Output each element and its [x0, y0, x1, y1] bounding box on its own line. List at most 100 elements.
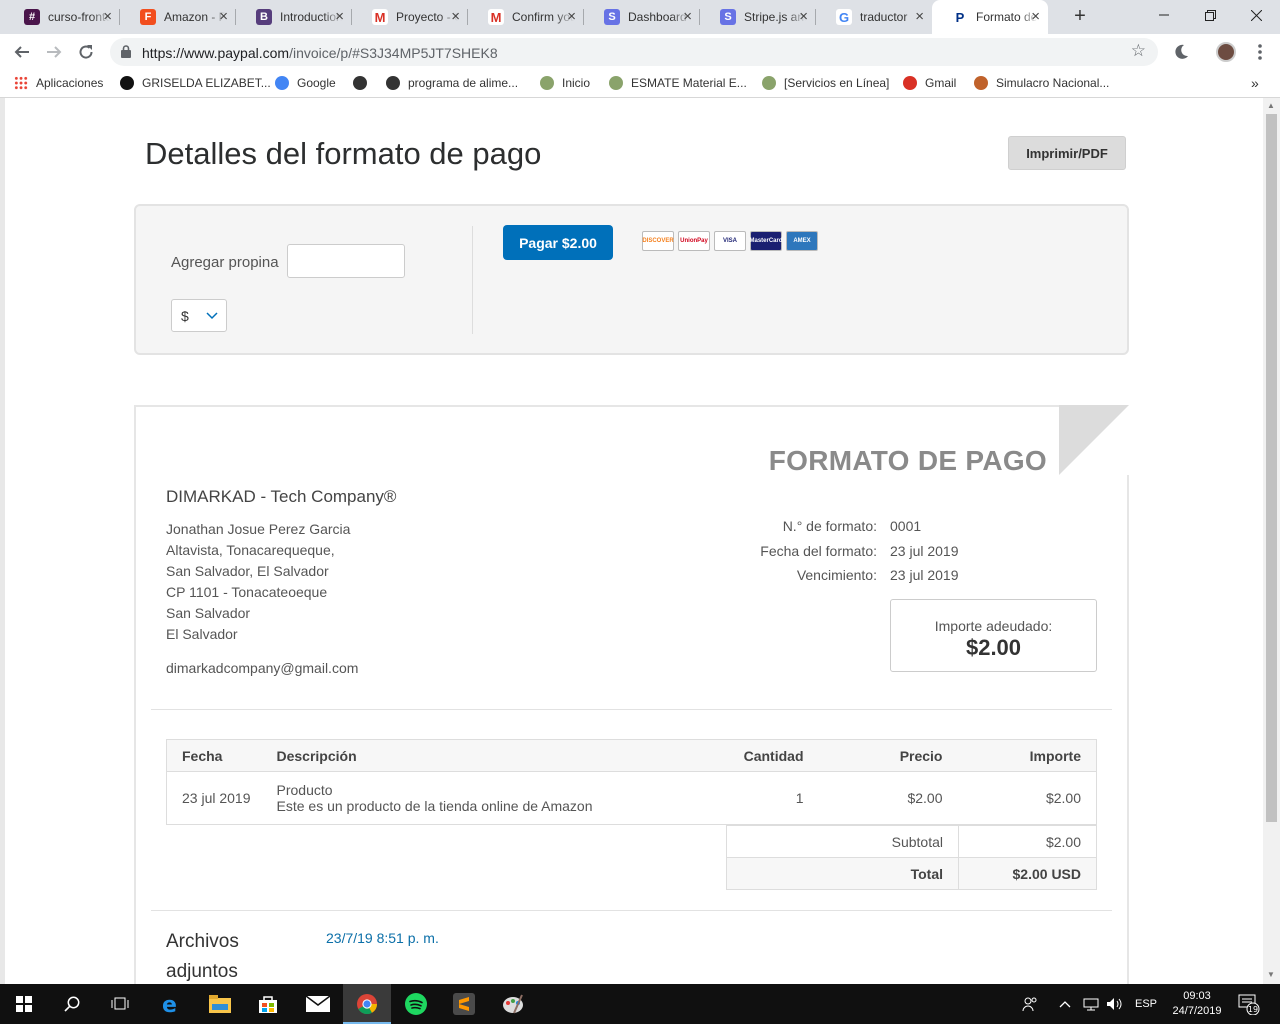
taskbar-app-store[interactable]	[244, 984, 292, 1024]
bookmark-item[interactable]	[353, 76, 375, 90]
scroll-down-icon[interactable]: ▼	[1267, 970, 1275, 979]
clock-date: 24/7/2019	[1172, 1005, 1222, 1017]
bookmark-star-icon[interactable]: ☆	[1131, 41, 1146, 61]
close-icon	[1250, 9, 1262, 21]
bookmark-item[interactable]: Gmail	[903, 76, 956, 90]
reload-button[interactable]	[75, 41, 97, 63]
chevron-down-icon	[206, 312, 218, 320]
bookmark-item[interactable]: [Servicios en Línea]	[762, 76, 889, 90]
scroll-up-icon[interactable]: ▲	[1267, 101, 1275, 110]
item-amount: $2.00	[942, 771, 1097, 825]
people-button[interactable]	[1022, 984, 1038, 1024]
start-button[interactable]	[0, 984, 48, 1024]
action-center-button[interactable]: 19	[1238, 984, 1260, 1024]
print-pdf-button[interactable]: Imprimir/PDF	[1008, 136, 1126, 170]
browser-tab[interactable]: F Amazon - Figma×	[120, 0, 236, 34]
network-button[interactable]	[1083, 984, 1099, 1024]
tab-favicon-icon: B	[256, 9, 272, 25]
tip-input[interactable]	[287, 244, 405, 278]
tab-favicon-icon: G	[836, 9, 852, 25]
notification-count: 19	[1248, 1005, 1258, 1014]
bookmark-label: ESMATE Material E...	[631, 76, 747, 90]
system-clock[interactable]: 09:03 24/7/2019	[1168, 989, 1226, 1019]
accepted-cards: DISCOVER UnionPay VISA MasterCard AMEX	[642, 231, 818, 251]
section-divider	[151, 709, 1112, 710]
browser-tab[interactable]: S Stripe.js and Elements×	[700, 0, 816, 34]
close-window-button[interactable]	[1233, 0, 1279, 30]
browser-tab[interactable]: Gtraductor ×	[816, 0, 932, 34]
card-logo-unionpay-icon: UnionPay	[678, 231, 710, 251]
page-scrollbar[interactable]: ▲ ▼	[1263, 98, 1280, 984]
bookmark-item[interactable]: GRISELDA ELIZABET...	[120, 76, 271, 90]
browser-tab[interactable]: M Confirm your account×	[468, 0, 584, 34]
tab-close-icon[interactable]: ×	[683, 9, 692, 24]
bookmark-item[interactable]: Google	[275, 76, 336, 90]
taskbar-app-edge[interactable]: e	[146, 984, 194, 1024]
mail-icon	[306, 996, 330, 1012]
taskbar-app-file-explorer[interactable]	[196, 984, 244, 1024]
bookmark-item[interactable]: Inicio	[540, 76, 590, 90]
business-name: DIMARKAD - Tech Company®	[166, 487, 397, 506]
attachment-date-link[interactable]: 23/7/19 8:51 p. m.	[326, 930, 439, 946]
browser-tab[interactable]: B Introduction · Bootstrap×	[236, 0, 352, 34]
address-bar[interactable]: https://www.paypal.com/invoice/p/#S3J34M…	[110, 38, 1158, 66]
taskbar-app-chrome[interactable]	[343, 984, 391, 1024]
volume-button[interactable]	[1106, 984, 1122, 1024]
currency-select[interactable]: $	[171, 299, 227, 332]
card-logo-discover-icon: DISCOVER	[642, 231, 674, 251]
store-icon	[259, 996, 277, 1013]
dark-mode-extension-button[interactable]	[1170, 41, 1192, 63]
browser-tab[interactable]: # curso-frontend×	[4, 0, 120, 34]
tab-close-icon[interactable]: ×	[799, 9, 808, 24]
bookmarks-bar: Aplicaciones GRISELDA ELIZABET... Google pr…	[0, 70, 1280, 98]
tab-favicon-icon: S	[604, 9, 620, 25]
new-tab-button[interactable]: +	[1068, 5, 1092, 28]
chrome-menu-button[interactable]	[1249, 41, 1271, 63]
search-icon	[64, 996, 80, 1012]
bookmark-label: programa de alime...	[408, 76, 519, 90]
column-header-descripcion: Descripción	[276, 739, 687, 772]
more-bookmarks-chevron-icon[interactable]: »	[1251, 75, 1259, 91]
task-view-button[interactable]	[96, 984, 144, 1024]
pay-button[interactable]: Pagar $2.00	[503, 225, 613, 260]
tab-close-icon[interactable]: ×	[1031, 9, 1040, 24]
moon-icon	[1175, 44, 1188, 59]
address-line: Jonathan Josue Perez Garcia	[166, 521, 351, 537]
taskbar-app-mail[interactable]	[294, 984, 342, 1024]
tab-close-icon[interactable]: ×	[335, 9, 344, 24]
restore-window-button[interactable]	[1187, 0, 1233, 30]
tab-close-icon[interactable]: ×	[103, 9, 112, 24]
bookmark-item[interactable]: ESMATE Material E...	[609, 76, 747, 90]
back-button[interactable]	[11, 41, 33, 63]
seal-icon	[609, 76, 623, 90]
scrollbar-thumb[interactable]	[1266, 114, 1277, 822]
input-language-indicator[interactable]: ESP	[1135, 984, 1157, 1024]
globe-icon	[353, 76, 367, 90]
taskbar-app-paint[interactable]	[489, 984, 537, 1024]
browser-tab[interactable]: S Dashboard ×	[584, 0, 700, 34]
tab-close-icon[interactable]: ×	[219, 9, 228, 24]
bookmark-item[interactable]: Aplicaciones	[14, 76, 103, 90]
minimize-window-button[interactable]	[1141, 0, 1187, 30]
taskbar-search-button[interactable]	[48, 984, 96, 1024]
seal-icon	[540, 76, 554, 90]
browser-tab[interactable]: M Proyecto - Gmail×	[352, 0, 468, 34]
taskbar-app-sublime-text[interactable]	[440, 984, 488, 1024]
card-logo-amex-icon: AMEX	[786, 231, 818, 251]
minimize-icon	[1159, 14, 1169, 16]
forward-button[interactable]	[43, 41, 65, 63]
browser-tab[interactable]: P Formato de pago×	[932, 0, 1048, 34]
taskbar-app-spotify[interactable]	[392, 984, 440, 1024]
tab-close-icon[interactable]: ×	[451, 9, 460, 24]
tab-close-icon[interactable]: ×	[915, 9, 924, 24]
show-hidden-icons-button[interactable]	[1059, 984, 1071, 1024]
apps-grid-icon	[14, 76, 28, 90]
bookmark-item[interactable]: programa de alime...	[386, 76, 518, 90]
page-fold-corner	[1059, 405, 1129, 475]
bookmark-item[interactable]: Simulacro Nacional...	[974, 76, 1109, 90]
item-price: $2.00	[803, 771, 943, 825]
profile-avatar[interactable]	[1216, 42, 1236, 62]
arrow-left-icon	[14, 46, 29, 58]
tab-title: curso-frontend	[48, 10, 110, 24]
tab-close-icon[interactable]: ×	[567, 9, 576, 24]
